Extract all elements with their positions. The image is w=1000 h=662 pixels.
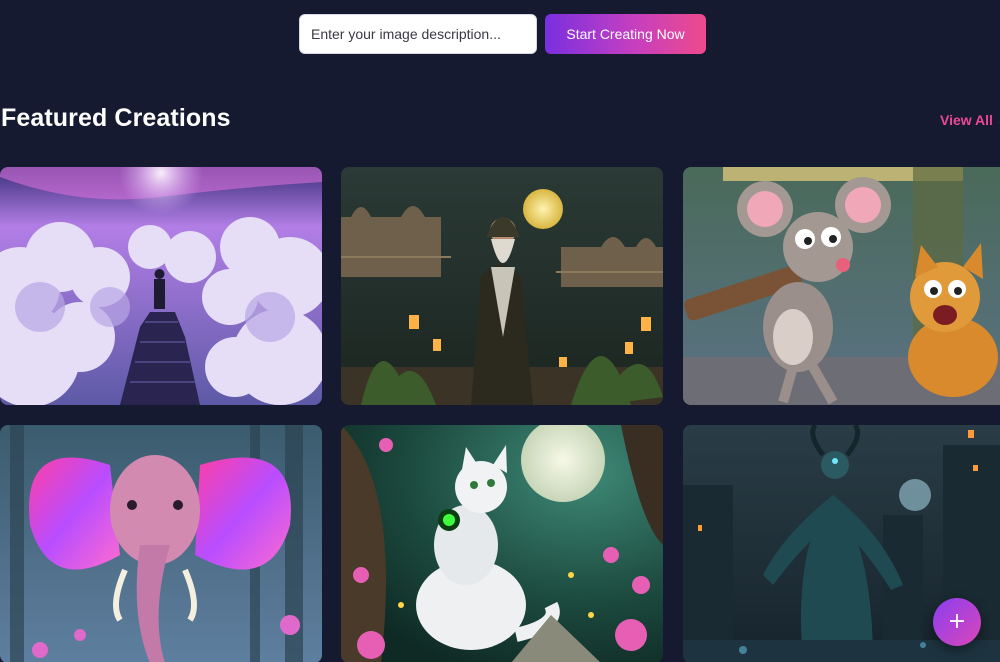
creation-image-wizard: [341, 167, 663, 405]
start-creating-button[interactable]: Start Creating Now: [545, 14, 706, 54]
creation-image-white-cat: [341, 425, 663, 662]
creation-image-clouds: [0, 167, 322, 405]
creation-image-mouse-cat: [683, 167, 1000, 405]
creation-card-white-cat[interactable]: [341, 425, 663, 662]
add-creation-button[interactable]: +: [933, 598, 981, 646]
image-description-input[interactable]: [299, 14, 537, 54]
view-all-link[interactable]: View All →: [940, 112, 1000, 128]
prompt-bar: Start Creating Now: [299, 14, 706, 54]
plus-icon: +: [947, 609, 967, 634]
creation-image-elephant: [0, 425, 322, 662]
creation-card-elephant[interactable]: [0, 425, 322, 662]
featured-creations-title: Featured Creations: [1, 104, 231, 132]
creation-card-clouds[interactable]: [0, 167, 322, 405]
creation-card-mouse-cat[interactable]: [683, 167, 1000, 405]
creation-card-wizard[interactable]: [341, 167, 663, 405]
